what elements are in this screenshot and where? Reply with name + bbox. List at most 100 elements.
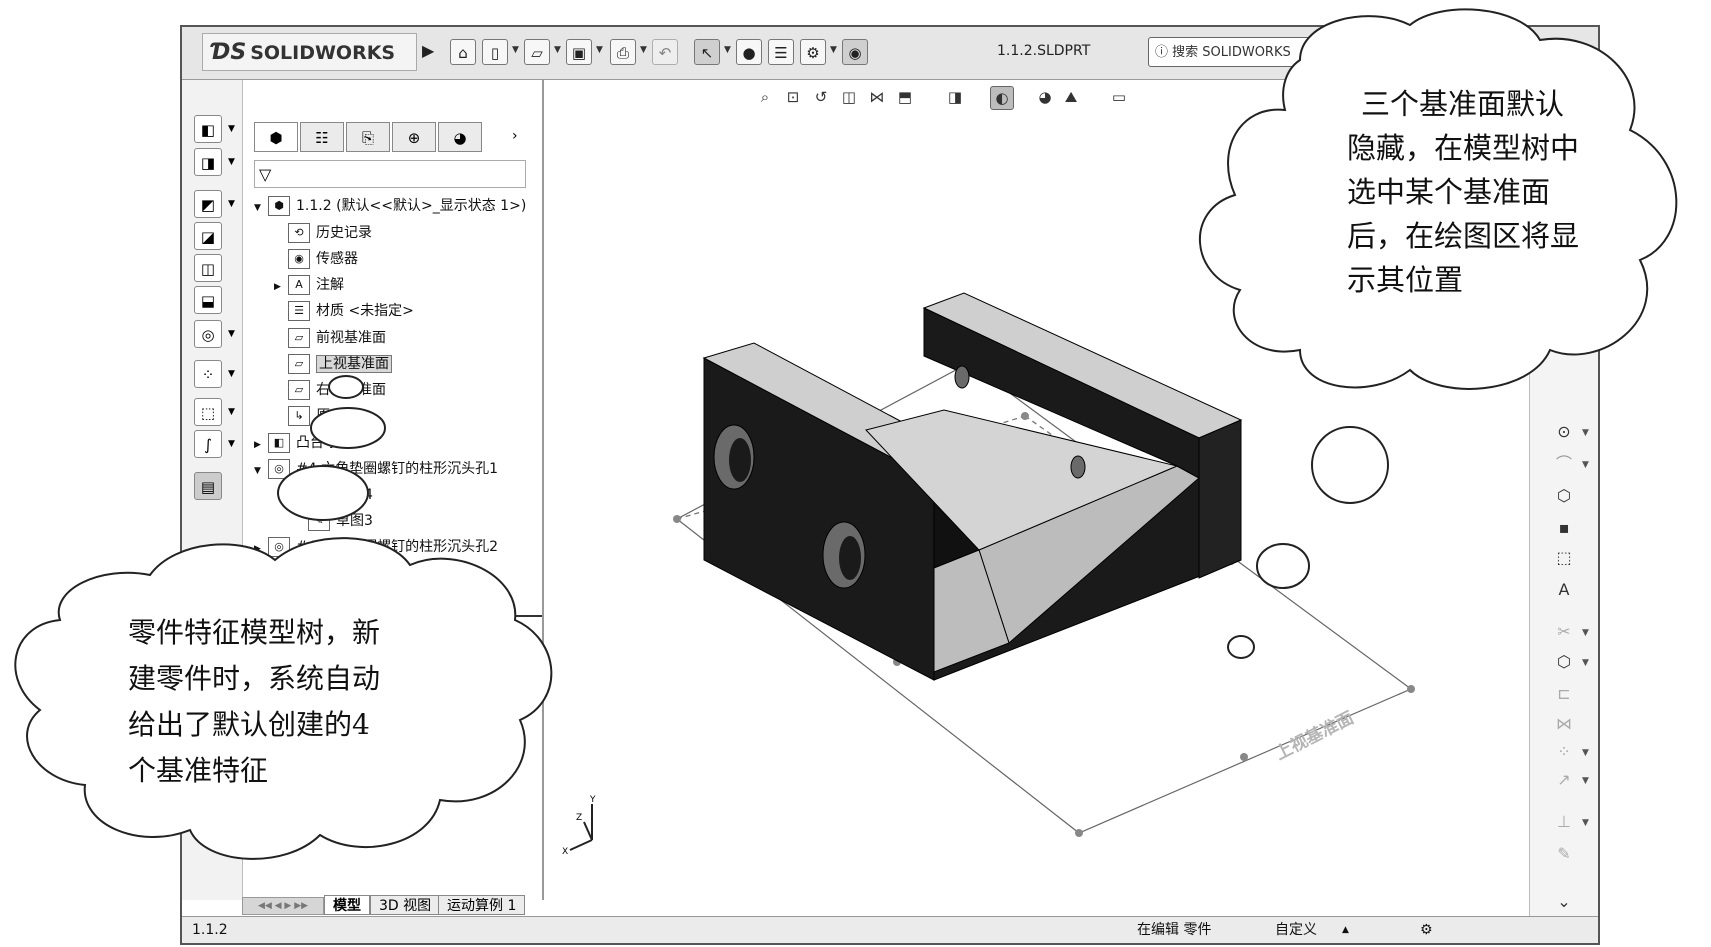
filter-field[interactable]: ▽: [254, 160, 526, 188]
part-icon: ⬢: [268, 196, 290, 216]
plane-icon: ▱: [288, 354, 310, 374]
bottom-tab-bar: ◀◀ ◀ ▶ ▶▶ 模型 3D 视图 运动算例 1: [242, 895, 742, 917]
sensor-icon: ◉: [288, 249, 310, 269]
tree-item[interactable]: ▱ 前视基准面: [274, 327, 386, 349]
tab-dimxpert[interactable]: ⊕: [392, 122, 436, 152]
chevron-down-icon[interactable]: ▼: [640, 45, 647, 55]
origin-icon: ↳: [288, 406, 310, 426]
instant3d-icon[interactable]: ▤: [194, 472, 222, 500]
chevron-up-icon[interactable]: ▲: [1342, 917, 1349, 943]
status-units[interactable]: 自定义: [1275, 917, 1317, 943]
tab-display-manager[interactable]: ◕: [438, 122, 482, 152]
open-folder-icon[interactable]: ▱: [524, 39, 550, 65]
triad-y-label: Y: [589, 795, 596, 805]
help-icon: ⓘ: [1155, 45, 1173, 60]
tree-item[interactable]: ↳ 原点: [274, 405, 344, 427]
shell-icon[interactable]: ◎: [194, 320, 222, 348]
chamfer-icon[interactable]: ⬓: [194, 286, 222, 314]
print-icon[interactable]: ⎙: [610, 39, 636, 65]
mirror-icon[interactable]: ⋈: [1552, 712, 1576, 736]
chevron-down-icon[interactable]: ▼: [554, 45, 561, 55]
tree-item[interactable]: ▶ ◎ #4 六角垫圈螺钉的柱形沉头孔2: [254, 536, 498, 558]
history-icon: ⟲: [288, 223, 310, 243]
tree-item[interactable]: ▼ ◎ #4 六角垫圈螺钉的柱形沉头孔1: [254, 458, 498, 480]
triad-x-label: X: [562, 847, 568, 857]
tree-item[interactable]: ▶ ◧ 凸台-拉伸1: [254, 432, 366, 454]
tab-configuration-manager[interactable]: ⎘: [346, 122, 390, 152]
tree-item[interactable]: ✎ 草图3: [294, 510, 373, 532]
chevron-down-icon[interactable]: ▼: [724, 45, 731, 55]
undo-icon[interactable]: ↶: [652, 39, 678, 65]
sketch-icon: ✎: [308, 511, 330, 531]
chevron-down-icon[interactable]: ▼: [596, 45, 603, 55]
feature-manager-tabs: ⬢ ☷ ⎘ ⊕ ◕ ›: [254, 122, 524, 154]
extrude-boss-icon[interactable]: ◧: [194, 115, 222, 143]
model-canvas: 上视基准面 Y X Z: [562, 292, 1415, 857]
tree-item-selected[interactable]: ▱ 上视基准面: [274, 353, 392, 375]
select-pointer-icon[interactable]: ↖: [694, 39, 720, 65]
callout-text-top-right: 三个基准面默认 隐藏，在模型树中 选中某个基准面 后，在绘图区将显 示其位置: [1347, 87, 1580, 297]
status-bar: 1.1.2 在编辑 零件 自定义 ▲ ⚙: [182, 916, 1598, 943]
tab-3d-view[interactable]: 3D 视图: [370, 895, 441, 915]
text-icon[interactable]: A: [1552, 578, 1576, 602]
main-toolbar: ƊS SOLIDWORKS ▶ ⌂ ▯ ▼ ▱ ▼ ▣ ▼ ⎙ ▼ ↶ ↖ ▼ ●…: [182, 27, 1598, 80]
chevron-down-icon[interactable]: ▼: [512, 45, 519, 55]
centerline-icon[interactable]: ⬚: [1552, 546, 1576, 570]
appearance-sphere-icon[interactable]: ◉: [842, 39, 868, 65]
polygon-icon[interactable]: ⬡: [1552, 484, 1576, 508]
sketch-icon: ✎: [308, 485, 330, 505]
triad-z-label: Z: [576, 813, 582, 823]
reference-geometry-icon[interactable]: ⬚: [194, 398, 222, 426]
chevron-right-icon[interactable]: ›: [512, 128, 518, 144]
reference-triad: Y X Z: [562, 795, 596, 857]
annotation-icon: A: [288, 275, 310, 295]
cube-view-icon[interactable]: ⬡: [1552, 650, 1576, 674]
trim-icon[interactable]: ✂: [1552, 620, 1576, 644]
new-document-icon[interactable]: ▯: [482, 39, 508, 65]
relation-icon[interactable]: ⊥: [1552, 810, 1576, 834]
circle-icon[interactable]: ⊙: [1552, 420, 1576, 444]
material-icon: ☰: [288, 301, 310, 321]
tree-root[interactable]: ▼ ⬢ 1.1.2 (默认<<默认>_显示状态 1>): [254, 195, 526, 217]
arc-icon[interactable]: ⌒: [1552, 452, 1576, 476]
tab-feature-tree[interactable]: ⬢: [254, 122, 298, 152]
pattern-icon[interactable]: ⁘: [1552, 740, 1576, 764]
menu-expand-icon[interactable]: ▶: [422, 41, 434, 60]
repair-sketch-icon[interactable]: ✎: [1552, 842, 1576, 866]
hole-wizard-icon[interactable]: ◫: [194, 254, 222, 282]
traffic-light-icon[interactable]: ●: [736, 39, 762, 65]
plane-icon: ▱: [288, 380, 310, 400]
options-gear-icon[interactable]: ⚙: [800, 39, 826, 65]
tab-model[interactable]: 模型: [324, 895, 370, 915]
home-icon[interactable]: ⌂: [450, 39, 476, 65]
fillet-icon[interactable]: ◪: [194, 222, 222, 250]
file-properties-icon[interactable]: ☰: [768, 39, 794, 65]
double-chevron-down-icon[interactable]: ⌄: [1552, 890, 1576, 914]
cut-extrude-icon[interactable]: ◩: [194, 190, 222, 218]
tree-item[interactable]: ▱ 右视基准面: [274, 379, 386, 401]
solidworks-logo[interactable]: ƊS SOLIDWORKS: [202, 33, 417, 71]
tab-property-manager[interactable]: ☷: [300, 122, 344, 152]
chevron-down-icon[interactable]: ▼: [830, 45, 837, 55]
rebuild-icon[interactable]: ⚙: [1420, 917, 1433, 943]
hole-icon: ◎: [268, 537, 290, 557]
save-icon[interactable]: ▣: [566, 39, 592, 65]
status-filename: 1.1.2: [192, 922, 228, 938]
tree-item[interactable]: ◉ 传感器: [274, 248, 358, 270]
tree-item[interactable]: ✎ 草图4: [294, 484, 373, 506]
document-title: 1.1.2.SLDPRT: [997, 43, 1091, 59]
tree-item[interactable]: ▶ A 注解: [274, 274, 344, 296]
part-model: [702, 292, 1243, 681]
tab-scroll-arrows[interactable]: ◀◀ ◀ ▶ ▶▶: [242, 897, 324, 915]
curves-icon[interactable]: ∫: [194, 430, 222, 458]
extrude-icon: ◧: [268, 433, 290, 453]
linear-pattern-icon[interactable]: ⁘: [194, 360, 222, 388]
revolve-boss-icon[interactable]: ◨: [194, 148, 222, 176]
offset-icon[interactable]: ⊏: [1552, 682, 1576, 706]
tab-motion-study[interactable]: 运动算例 1: [438, 895, 526, 915]
tree-item[interactable]: ☰ 材质 <未指定>: [274, 300, 414, 322]
move-icon[interactable]: ↗: [1552, 768, 1576, 792]
point-icon[interactable]: ▪: [1552, 516, 1576, 540]
search-box[interactable]: ⓘ 搜索 SOLIDWORKS: [1148, 37, 1383, 67]
tree-item[interactable]: ⟲ 历史记录: [274, 222, 372, 244]
